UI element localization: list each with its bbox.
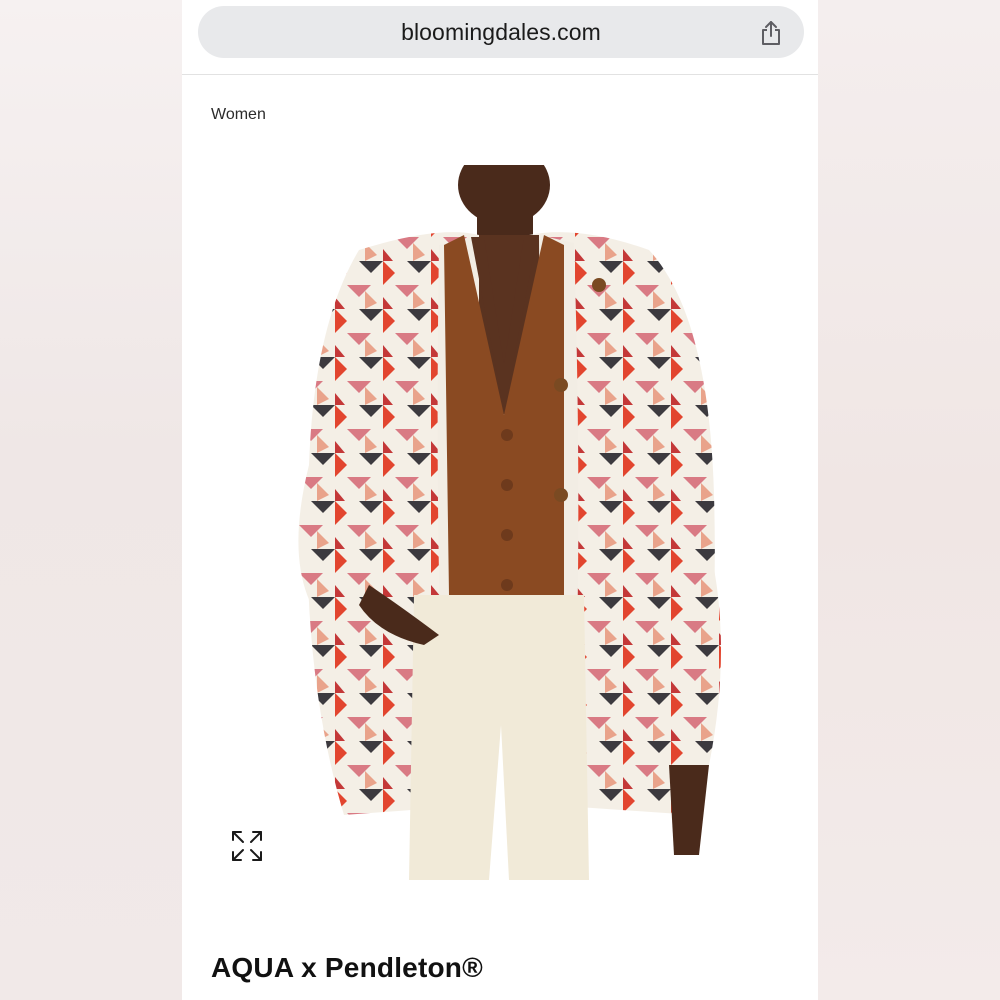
address-bar[interactable]: bloomingdales.com xyxy=(198,6,804,58)
product-image[interactable] xyxy=(239,145,769,880)
product-brand-title[interactable]: AQUA x Pendleton® xyxy=(211,952,483,984)
share-button[interactable] xyxy=(756,18,786,48)
expand-icon xyxy=(232,831,262,861)
mobile-browser-viewport: bloomingdales.com Women AQUA x Pendleton… xyxy=(182,0,818,1000)
product-photo xyxy=(298,145,721,880)
breadcrumb-women[interactable]: Women xyxy=(211,106,266,124)
share-icon xyxy=(762,21,780,45)
background-blur-right xyxy=(818,0,1000,1000)
url-text[interactable]: bloomingdales.com xyxy=(401,19,601,46)
expand-image-button[interactable] xyxy=(230,829,264,863)
background-blur-left xyxy=(0,0,182,1000)
header-divider xyxy=(182,74,818,75)
